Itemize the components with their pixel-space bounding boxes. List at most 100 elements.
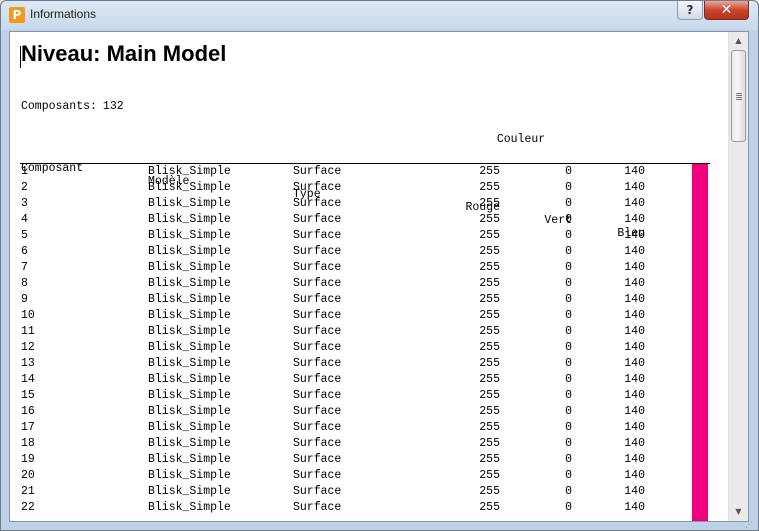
close-button[interactable]: ✕ — [704, 1, 749, 20]
table-row: 22 Blisk_Simple Surface 255 0 140 — [10, 500, 728, 516]
cell-vert: 0 — [565, 261, 572, 274]
cell-modele: Blisk_Simple — [148, 181, 231, 194]
cell-vert: 0 — [565, 181, 572, 194]
cell-rouge: 255 — [479, 165, 500, 178]
cell-composant: 21 — [21, 485, 35, 498]
cell-bleu: 140 — [624, 485, 645, 498]
cell-modele: Blisk_Simple — [148, 357, 231, 370]
cell-composant: 10 — [21, 309, 35, 322]
cell-modele: Blisk_Simple — [148, 229, 231, 242]
cell-composant: 14 — [21, 373, 35, 386]
cell-type: Surface — [293, 357, 342, 370]
cell-type: Surface — [293, 245, 342, 258]
cell-modele: Blisk_Simple — [148, 165, 231, 178]
cell-composant: 6 — [21, 245, 28, 258]
cell-modele: Blisk_Simple — [148, 325, 231, 338]
cell-modele: Blisk_Simple — [148, 437, 231, 450]
cell-modele: Blisk_Simple — [148, 245, 231, 258]
cell-composant: 20 — [21, 469, 35, 482]
cell-composant: 18 — [21, 437, 35, 450]
cell-rouge: 255 — [479, 469, 500, 482]
color-group-header: Couleur — [496, 133, 546, 146]
table-row: 2 Blisk_Simple Surface 255 0 140 — [10, 180, 728, 196]
cell-vert: 0 — [565, 229, 572, 242]
cell-rouge: 255 — [479, 421, 500, 434]
cell-bleu: 140 — [624, 181, 645, 194]
cell-vert: 0 — [565, 213, 572, 226]
cell-type: Surface — [293, 165, 342, 178]
cell-vert: 0 — [565, 405, 572, 418]
table-row: 21 Blisk_Simple Surface 255 0 140 — [10, 484, 728, 500]
title-bar[interactable]: P Informations ? ✕ — [1, 1, 758, 30]
table-row: 14 Blisk_Simple Surface 255 0 140 — [10, 372, 728, 388]
cell-bleu: 140 — [624, 437, 645, 450]
cell-composant: 11 — [21, 325, 35, 338]
thumb-grip-icon — [736, 93, 742, 94]
cell-type: Surface — [293, 437, 342, 450]
cell-modele: Blisk_Simple — [148, 341, 231, 354]
cell-vert: 0 — [565, 293, 572, 306]
scroll-down-icon[interactable]: ▼ — [729, 503, 748, 520]
scroll-up-icon[interactable]: ▲ — [729, 32, 748, 49]
cell-composant: 7 — [21, 261, 28, 274]
cell-rouge: 255 — [479, 453, 500, 466]
cell-type: Surface — [293, 405, 342, 418]
cell-rouge: 255 — [479, 485, 500, 498]
cell-rouge: 255 — [479, 357, 500, 370]
cell-type: Surface — [293, 229, 342, 242]
table-row: 1 Blisk_Simple Surface 255 0 140 — [10, 164, 728, 180]
info-text-area[interactable]: Niveau: Main Model Composants: 132 Couleu… — [9, 31, 749, 522]
cell-modele: Blisk_Simple — [148, 405, 231, 418]
cell-rouge: 255 — [479, 229, 500, 242]
cell-rouge: 255 — [479, 405, 500, 418]
cell-rouge: 255 — [479, 181, 500, 194]
cell-composant: 8 — [21, 277, 28, 290]
table-row: 13 Blisk_Simple Surface 255 0 140 — [10, 356, 728, 372]
table-row: 18 Blisk_Simple Surface 255 0 140 — [10, 436, 728, 452]
table-row: 6 Blisk_Simple Surface 255 0 140 — [10, 244, 728, 260]
cell-rouge: 255 — [479, 245, 500, 258]
table-row: 15 Blisk_Simple Surface 255 0 140 — [10, 388, 728, 404]
cell-bleu: 140 — [624, 261, 645, 274]
informations-window: P Informations ? ✕ Niveau: Main Model Co… — [0, 0, 759, 531]
cell-composant: 16 — [21, 405, 35, 418]
table-row: 19 Blisk_Simple Surface 255 0 140 — [10, 452, 728, 468]
cell-bleu: 140 — [624, 421, 645, 434]
cell-bleu: 140 — [624, 405, 645, 418]
cell-modele: Blisk_Simple — [148, 501, 231, 514]
help-button[interactable]: ? — [677, 1, 703, 20]
cell-composant: 4 — [21, 213, 28, 226]
cell-bleu: 140 — [624, 341, 645, 354]
cell-type: Surface — [293, 261, 342, 274]
cell-vert: 0 — [565, 373, 572, 386]
cell-type: Surface — [293, 485, 342, 498]
cell-vert: 0 — [565, 325, 572, 338]
resize-grip-icon[interactable]: ⋰ — [745, 520, 757, 530]
cell-bleu: 140 — [624, 453, 645, 466]
cell-vert: 0 — [565, 197, 572, 210]
scrollbar-thumb[interactable] — [731, 50, 746, 142]
cell-vert: 0 — [565, 389, 572, 402]
cell-type: Surface — [293, 277, 342, 290]
table-row: 7 Blisk_Simple Surface 255 0 140 — [10, 260, 728, 276]
cell-type: Surface — [293, 341, 342, 354]
cell-type: Surface — [293, 309, 342, 322]
cell-modele: Blisk_Simple — [148, 277, 231, 290]
table-row: 5 Blisk_Simple Surface 255 0 140 — [10, 228, 728, 244]
cell-type: Surface — [293, 501, 342, 514]
cell-composant: 3 — [21, 197, 28, 210]
table-row: 20 Blisk_Simple Surface 255 0 140 — [10, 468, 728, 484]
cell-composant: 22 — [21, 501, 35, 514]
cell-bleu: 140 — [624, 229, 645, 242]
cell-type: Surface — [293, 373, 342, 386]
cell-type: Surface — [293, 389, 342, 402]
cell-modele: Blisk_Simple — [148, 261, 231, 274]
count-label: Composants: — [21, 100, 97, 113]
cell-vert: 0 — [565, 485, 572, 498]
cell-composant: 15 — [21, 389, 35, 402]
app-icon: P — [9, 7, 25, 23]
color-swatch — [692, 164, 708, 521]
vertical-scrollbar[interactable]: ▲ ▼ — [728, 32, 748, 521]
cell-type: Surface — [293, 293, 342, 306]
cell-bleu: 140 — [624, 325, 645, 338]
